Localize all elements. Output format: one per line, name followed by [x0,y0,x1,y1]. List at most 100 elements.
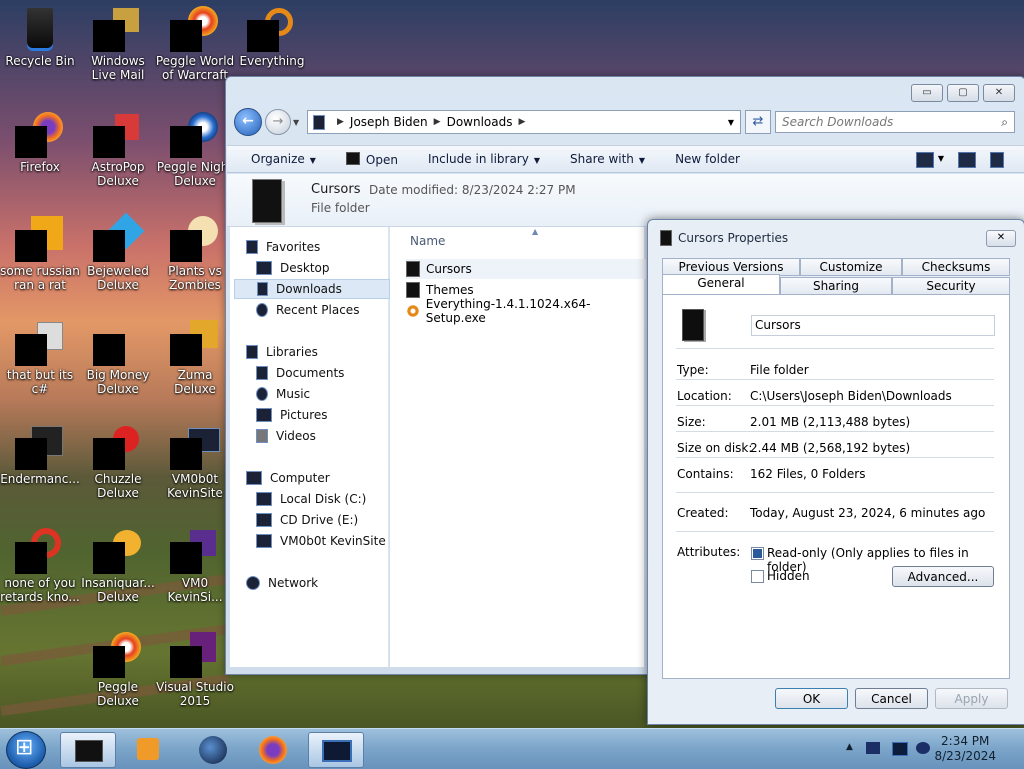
file-row[interactable]: Everything-1.4.1.1024.x64-Setup.exe [406,297,646,325]
breadcrumb-downloads[interactable]: Downloads [447,115,513,129]
nav-network[interactable]: Network [246,573,402,593]
column-header-name[interactable]: Name [410,234,445,248]
desktop-icon-peggle-deluxe[interactable]: Peggle Deluxe [78,632,158,708]
tab-customize[interactable]: Customize [800,258,902,276]
desktop-icon-peggle-nights[interactable]: Peggle Night Deluxe [155,112,235,188]
search-input[interactable]: Search Downloads ⌕ [775,111,1015,133]
desktop-icon-windows-live-mail[interactable]: Windows Live Mail [78,6,158,82]
nav-favorites[interactable]: Favorites [246,237,402,257]
desktop-icon-bejeweled[interactable]: Bejeweled Deluxe [78,212,158,292]
new-folder-button[interactable]: New folder [675,152,740,166]
preview-pane-icon[interactable] [958,152,976,168]
action-center-icon[interactable] [866,742,880,754]
nav-desktop[interactable]: Desktop [256,258,412,278]
address-bar[interactable]: ▶ Joseph Biden ▶ Downloads ▶ ▼ [307,110,741,134]
desktop-icon-label: Visual Studio 2015 [156,680,234,708]
help-icon[interactable] [990,152,1004,168]
nav-libraries[interactable]: Libraries [246,342,402,362]
taskbar-explorer-button[interactable] [60,732,116,768]
refresh-button[interactable]: ⇄ [745,110,771,134]
desktop-icon-zuma[interactable]: Zuma Deluxe [155,320,235,396]
nav-pictures[interactable]: Pictures [256,405,412,425]
address-dropdown-icon[interactable]: ▼ [728,118,734,127]
file-list: ▲ Name Cursors Themes Everything-1.4.1.1… [390,227,701,667]
desktop-icon-that-but-csharp[interactable]: that but its c# [0,320,80,396]
view-dropdown-icon[interactable]: ▼ [938,152,944,168]
organize-menu[interactable]: Organize ▼ [251,152,316,166]
breadcrumb-separator[interactable]: ▶ [518,117,525,127]
desktop-icon-label: Everything [239,54,305,68]
tab-checksums[interactable]: Checksums [902,258,1010,276]
command-bar: Organize ▼ Open Include in library ▼ Share… [227,145,1024,173]
desktop-icon-russian-rat[interactable]: some russian ran a rat [0,216,80,292]
desktop-icon-visual-studio[interactable]: Visual Studio 2015 [155,632,235,708]
taskbar-window-button[interactable] [308,732,364,768]
maximize-button[interactable]: ▢ [947,84,979,102]
folder-name-field[interactable]: Cursors [751,315,995,336]
hidden-checkbox[interactable] [751,570,764,583]
taskbar-app-button[interactable] [186,732,240,766]
desktop-icon-insaniquarium[interactable]: Insaniquar... Deluxe [78,528,158,604]
search-icon[interactable]: ⌕ [1001,115,1008,130]
tab-sharing[interactable]: Sharing [780,277,892,295]
share-with-menu[interactable]: Share with ▼ [570,152,645,166]
hidden-label[interactable]: Hidden [767,569,810,583]
desktop-icon-pvz[interactable]: Plants vs Zombies [155,216,235,292]
start-button[interactable] [6,731,46,769]
apply-button[interactable]: Apply [935,688,1008,709]
desktop-icon-astropop[interactable]: AstroPop Deluxe [78,112,158,188]
astropop-icon [93,112,141,158]
close-icon[interactable]: ✕ [986,230,1016,247]
show-hidden-icons-icon[interactable]: ▲ [846,742,860,754]
desktop-icon-endermanc[interactable]: Endermanc... [0,424,80,486]
nav-documents[interactable]: Documents [256,363,412,383]
nav-recent-places[interactable]: Recent Places [256,300,412,320]
close-button[interactable]: ✕ [983,84,1015,102]
readonly-checkbox[interactable] [751,547,764,560]
nav-local-disk[interactable]: Local Disk (C:) [256,489,412,509]
divider [676,531,994,532]
open-button[interactable]: Open [345,151,398,167]
change-view-icon[interactable] [915,152,934,168]
taskbar-media-player-button[interactable] [122,732,176,766]
nav-videos[interactable]: Videos [256,426,412,446]
nav-vm0b0t-kevinsite[interactable]: VM0b0t KevinSite [256,531,412,551]
desktop-icon-vm0-kevinsite[interactable]: VM0 KevinSi... [155,528,235,604]
desktop-icon-chuzzle[interactable]: Chuzzle Deluxe [78,424,158,500]
desktop-icon-none-of-you[interactable]: none of you retards kno... [0,528,80,604]
nav-cd-drive[interactable]: CD Drive (E:) [256,510,412,530]
desktop-icon-everything[interactable]: Everything [232,6,312,68]
ok-button[interactable]: OK [775,688,848,709]
forward-button[interactable]: → [265,109,291,135]
nav-computer[interactable]: Computer [246,468,402,488]
desktop-icon-vm0b0t[interactable]: VM0b0t KevinSite [155,424,235,500]
desktop-icon-peggle-wow[interactable]: Peggle World of Warcraft [155,6,235,82]
network-status-icon[interactable] [892,742,908,756]
include-in-library-menu[interactable]: Include in library ▼ [428,152,540,166]
window-icon [322,740,352,762]
desktop-icon-label: Zuma Deluxe [174,368,216,396]
volume-icon[interactable] [916,742,930,754]
recent-pages-dropdown[interactable]: ▼ [293,118,303,127]
file-row[interactable]: Cursors [406,259,646,279]
breadcrumb-separator[interactable]: ▶ [434,117,441,127]
tab-general[interactable]: General [662,274,780,295]
details-name: Cursors [311,182,361,197]
breadcrumb-joseph-biden[interactable]: Joseph Biden [350,115,428,129]
system-clock[interactable]: 2:34 PM 8/23/2024 [934,734,996,764]
desktop-icon-firefox[interactable]: Firefox [0,112,80,174]
back-button[interactable]: ← [234,108,262,136]
taskbar-firefox-button[interactable] [246,732,300,766]
minimize-button[interactable]: ▭ [911,84,943,102]
advanced-button[interactable]: Advanced... [892,566,994,587]
desktop-icon-recycle-bin[interactable]: Recycle Bin [0,6,80,68]
breadcrumb-separator[interactable]: ▶ [337,117,344,127]
nav-music[interactable]: Music [256,384,412,404]
network-drive-icon [170,424,220,470]
folder-icon [406,261,420,277]
cancel-button[interactable]: Cancel [855,688,928,709]
documents-icon [256,366,268,380]
tab-security[interactable]: Security [892,277,1010,295]
nav-downloads[interactable]: Downloads [234,279,390,299]
desktop-icon-big-money[interactable]: Big Money Deluxe [78,320,158,396]
